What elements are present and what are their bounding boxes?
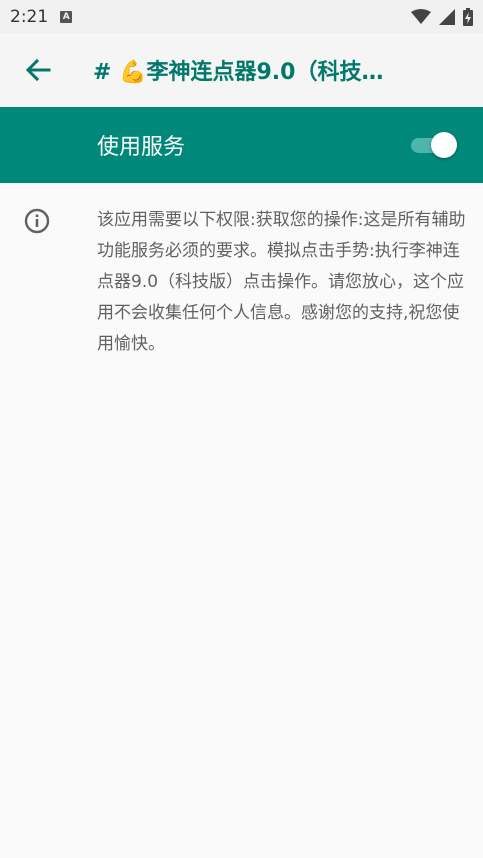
permission-description: 该应用需要以下权限:获取您的操作:这是所有辅助功能服务必须的要求。模拟点击手势:…: [97, 210, 466, 354]
use-service-label: 使用服务: [97, 135, 186, 160]
status-time: 2:21: [10, 6, 49, 27]
use-service-row[interactable]: 使用服务: [0, 107, 483, 183]
status-left: 2:21 A: [10, 6, 73, 27]
arrow-left-icon: [25, 58, 51, 82]
info-section: 该应用需要以下权限:获取您的操作:这是所有辅助功能服务必须的要求。模拟点击手势:…: [0, 183, 483, 360]
use-service-toggle[interactable]: [411, 131, 457, 159]
app-bar: # 💪李神连点器9.0（科技…: [0, 33, 483, 107]
signal-icon: [439, 8, 455, 25]
battery-icon: [463, 7, 473, 26]
status-bar: 2:21 A: [0, 0, 483, 33]
notification-a-icon: A: [60, 10, 73, 23]
info-icon: [24, 208, 50, 234]
page-title: # 💪李神连点器9.0（科技…: [93, 60, 384, 85]
wifi-icon: [411, 8, 431, 24]
back-button[interactable]: [23, 55, 53, 85]
toggle-thumb: [431, 132, 457, 158]
status-icons: [411, 7, 473, 26]
